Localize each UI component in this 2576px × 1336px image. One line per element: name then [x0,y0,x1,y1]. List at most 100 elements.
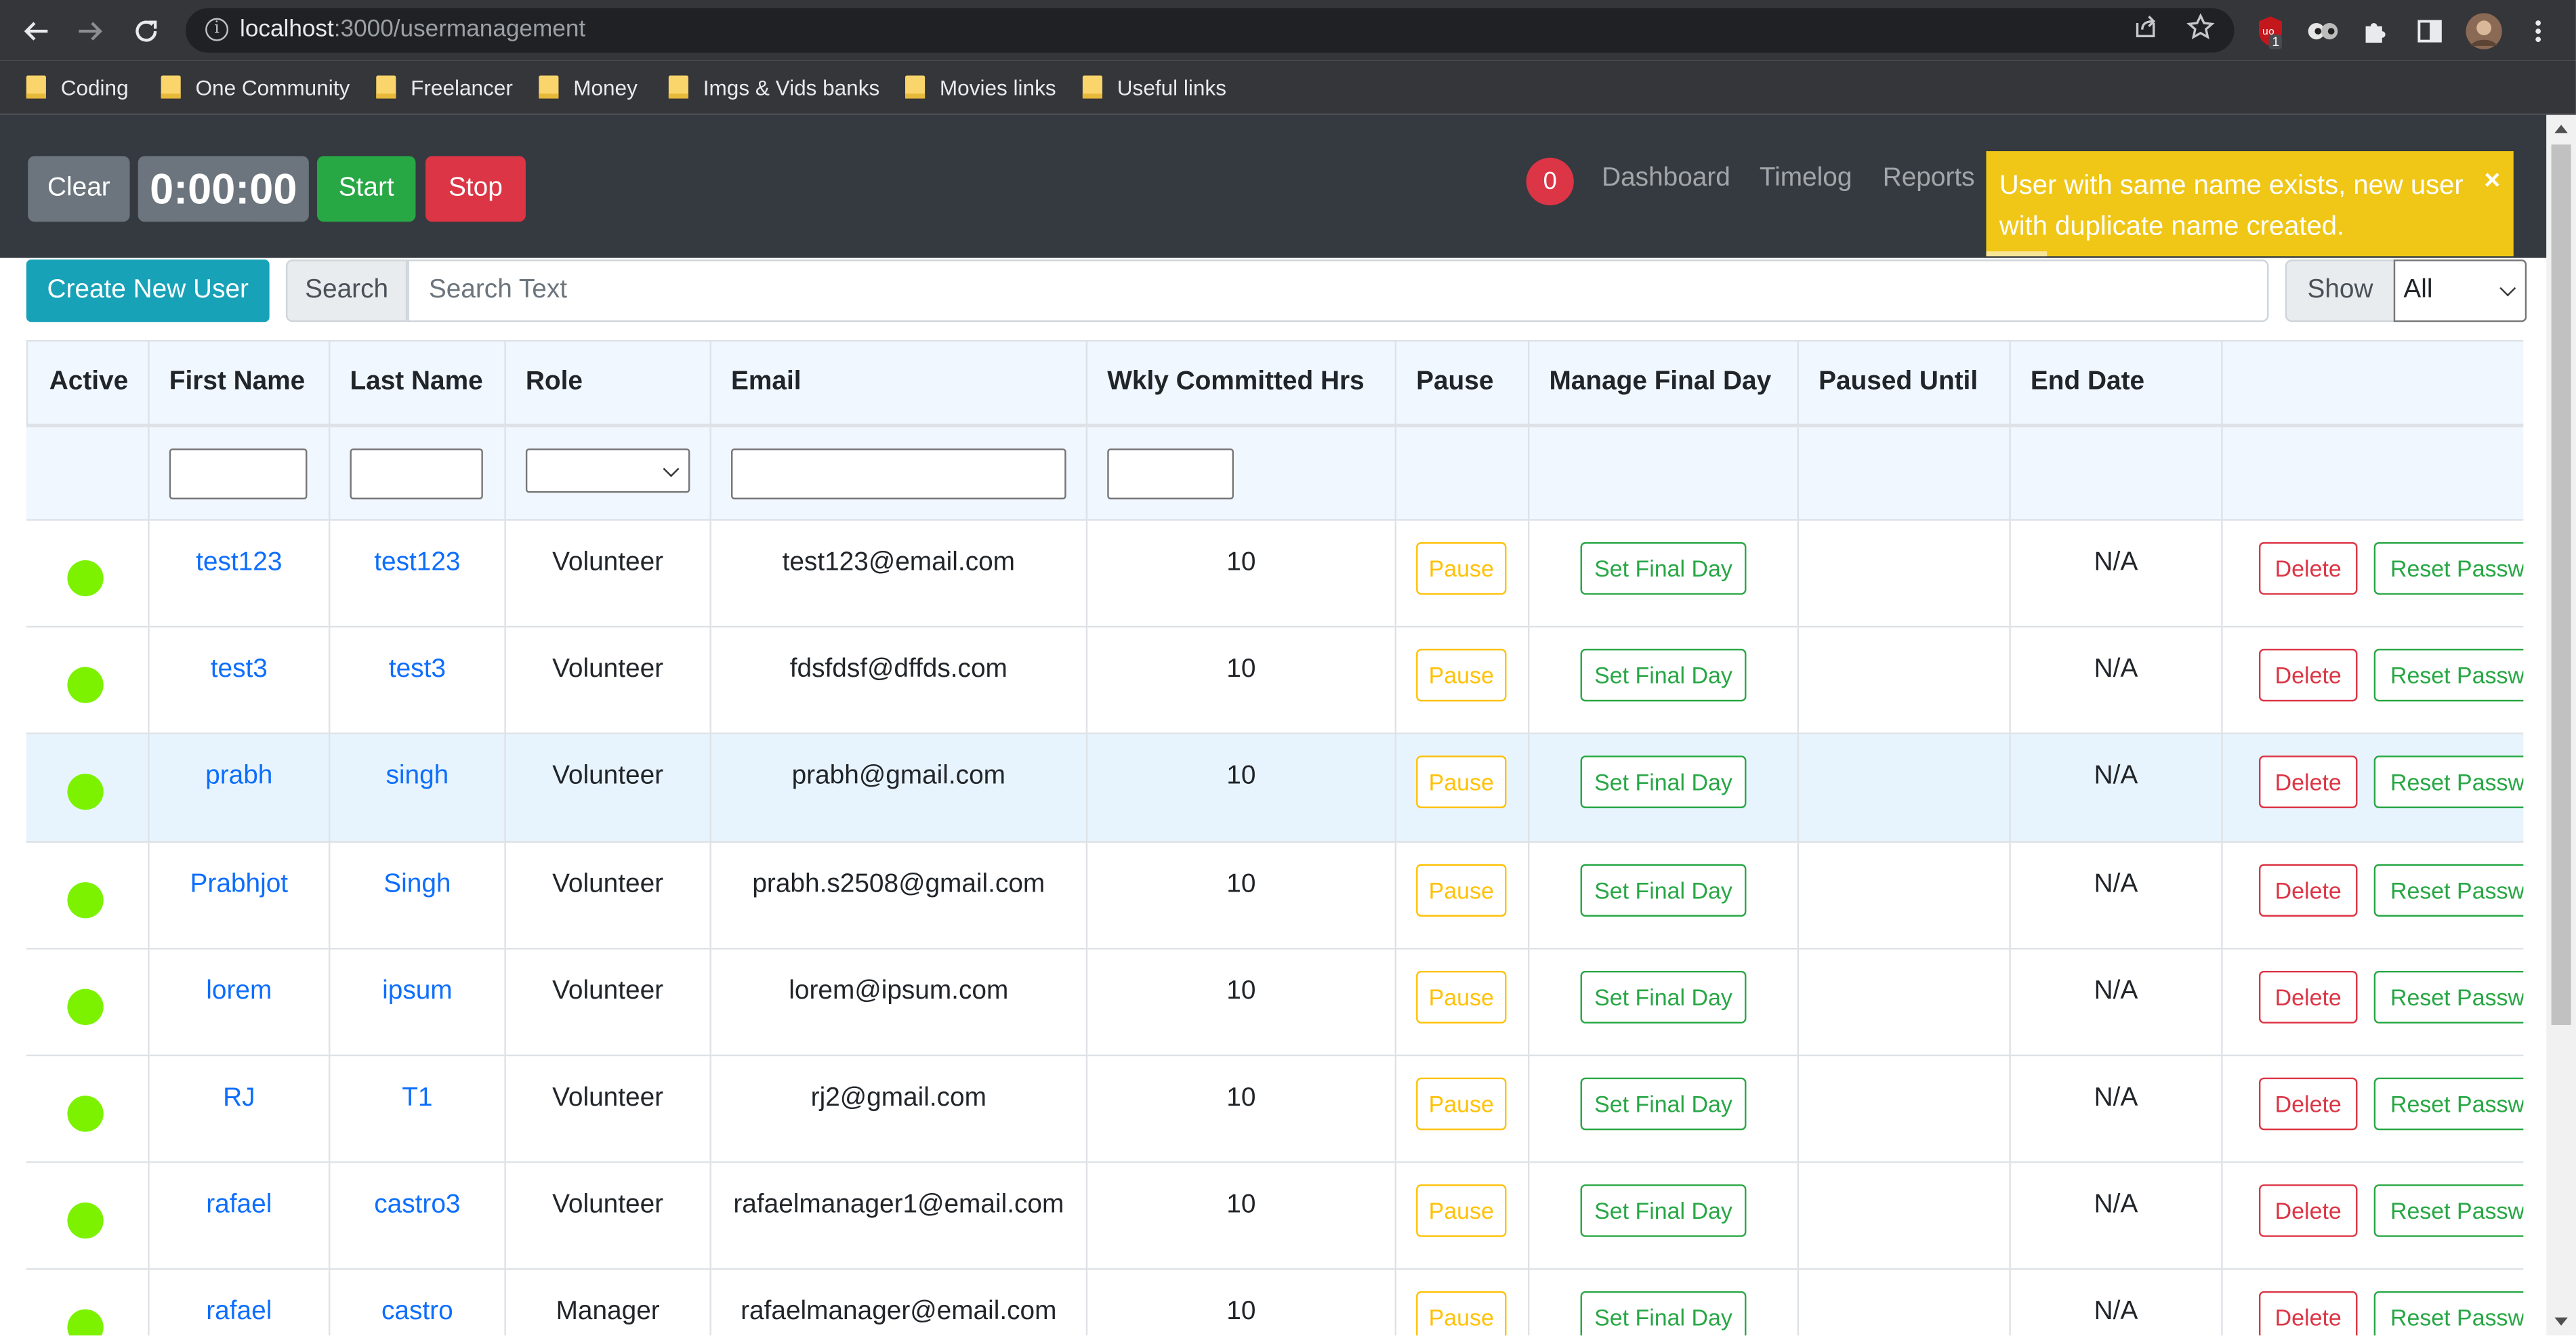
set-final-day-button[interactable]: Set Final Day [1580,1291,1747,1336]
set-final-day-button[interactable]: Set Final Day [1580,1077,1747,1131]
delete-button[interactable]: Delete [2258,863,2358,916]
browser-menu-icon[interactable] [2520,13,2556,49]
reset-password-button[interactable]: Reset Password [2373,863,2524,916]
show-filter-select[interactable]: All [2393,259,2527,322]
reset-password-button[interactable]: Reset Password [2373,1077,2524,1131]
first-name-filter-input[interactable] [169,448,308,500]
timer-stop-button[interactable]: Stop [425,156,526,222]
page-scrollbar[interactable] [2546,114,2576,1336]
nav-reports[interactable]: Reports [1883,164,1975,194]
pause-button[interactable]: Pause [1416,542,1507,595]
scrollbar-thumb[interactable] [2551,144,2571,1026]
email-filter-input[interactable] [730,448,1066,500]
side-panel-icon[interactable] [2411,13,2447,49]
role-filter-select[interactable] [525,448,690,493]
address-bar[interactable]: i localhost:3000/usermanagement [185,8,2235,53]
reset-password-button[interactable]: Reset Password [2373,1184,2524,1238]
bookmark-movies-links[interactable]: Movies links [905,72,1056,102]
bookmark-one-community[interactable]: One Community [161,72,350,102]
delete-button[interactable]: Delete [2258,1291,2358,1336]
pause-button[interactable]: Pause [1416,1077,1507,1131]
back-arrow-icon[interactable] [18,13,54,49]
bookmark-coding[interactable]: Coding [26,72,129,102]
first-name-link[interactable]: prabh [205,763,272,791]
delete-button[interactable]: Delete [2258,542,2358,595]
first-name-link[interactable]: test123 [196,549,282,577]
first-name-link[interactable]: Prabhjot [190,870,288,898]
pause-button[interactable]: Pause [1416,970,1507,1024]
set-final-day-button[interactable]: Set Final Day [1580,970,1747,1024]
last-name-link[interactable]: ipsum [382,977,453,1005]
ublock-extension-icon[interactable]: uo 1 [2252,13,2288,49]
extensions-puzzle-icon[interactable] [2357,13,2393,49]
reset-password-button[interactable]: Reset Password [2373,970,2524,1024]
bookmark-imgs-vids-banks[interactable]: Imgs & Vids banks [668,72,879,102]
pause-button[interactable]: Pause [1416,649,1507,702]
pause-button[interactable]: Pause [1416,1291,1507,1336]
delete-button[interactable]: Delete [2258,1184,2358,1238]
bookmark-freelancer[interactable]: Freelancer [376,72,513,102]
nav-dashboard[interactable]: Dashboard [1602,164,1730,194]
last-name-link[interactable]: T1 [402,1084,432,1112]
header-last-name[interactable]: Last Name [328,341,504,424]
profile-avatar[interactable] [2466,13,2502,49]
reload-icon[interactable] [128,13,164,49]
delete-button[interactable]: Delete [2258,756,2358,809]
header-first-name[interactable]: First Name [148,341,329,424]
notification-badge[interactable]: 0 [1526,157,1574,206]
first-name-link[interactable]: test3 [211,656,268,684]
active-status-dot[interactable] [67,881,104,918]
last-name-link[interactable]: Singh [383,870,451,898]
hours-filter-input[interactable] [1107,448,1234,500]
search-input[interactable]: Search Text [407,259,2269,322]
set-final-day-button[interactable]: Set Final Day [1580,863,1747,916]
header-email[interactable]: Email [709,341,1085,424]
reset-password-button[interactable]: Reset Password [2373,756,2524,809]
reset-password-button[interactable]: Reset Password [2373,649,2524,702]
last-name-link[interactable]: test123 [374,549,460,577]
pause-button[interactable]: Pause [1416,756,1507,809]
bookmark-money[interactable]: Money [539,72,638,102]
timer-start-button[interactable]: Start [316,156,416,222]
share-icon[interactable] [2129,13,2161,45]
close-icon[interactable]: × [2484,159,2500,201]
delete-button[interactable]: Delete [2258,970,2358,1024]
set-final-day-button[interactable]: Set Final Day [1580,649,1747,702]
nav-timelog[interactable]: Timelog [1760,164,1852,194]
eyes-extension-icon[interactable] [2305,13,2341,49]
first-name-link[interactable]: rafael [206,1191,272,1219]
forward-arrow-icon[interactable] [72,13,108,49]
last-name-link[interactable]: castro3 [374,1191,460,1219]
delete-button[interactable]: Delete [2258,1077,2358,1131]
set-final-day-button[interactable]: Set Final Day [1580,756,1747,809]
header-weekly-hours[interactable]: Wkly Committed Hrs [1085,341,1395,424]
first-name-link[interactable]: lorem [206,977,272,1005]
active-status-dot[interactable] [67,1310,104,1336]
active-status-dot[interactable] [67,560,104,597]
bookmark-useful-links[interactable]: Useful links [1082,72,1226,102]
active-status-dot[interactable] [67,667,104,704]
timer-clear-button[interactable]: Clear [28,156,130,222]
active-status-dot[interactable] [67,1095,104,1132]
last-name-link[interactable]: singh [386,763,449,791]
pause-button[interactable]: Pause [1416,1184,1507,1238]
header-role[interactable]: Role [504,341,709,424]
reset-password-button[interactable]: Reset Password [2373,542,2524,595]
active-status-dot[interactable] [67,988,104,1025]
reset-password-button[interactable]: Reset Password [2373,1291,2524,1336]
bookmark-star-icon[interactable] [2183,13,2216,45]
set-final-day-button[interactable]: Set Final Day [1580,542,1747,595]
active-status-dot[interactable] [67,774,104,811]
scroll-down-icon[interactable] [2554,1317,2568,1326]
first-name-link[interactable]: RJ [223,1084,255,1112]
last-name-link[interactable]: castro [381,1298,453,1326]
scroll-up-icon[interactable] [2554,125,2568,133]
create-new-user-button[interactable]: Create New User [26,259,270,322]
last-name-filter-input[interactable] [350,448,483,500]
delete-button[interactable]: Delete [2258,649,2358,702]
site-info-icon[interactable]: i [205,18,229,41]
set-final-day-button[interactable]: Set Final Day [1580,1184,1747,1238]
first-name-link[interactable]: rafael [206,1298,272,1326]
last-name-link[interactable]: test3 [389,656,446,684]
pause-button[interactable]: Pause [1416,863,1507,916]
